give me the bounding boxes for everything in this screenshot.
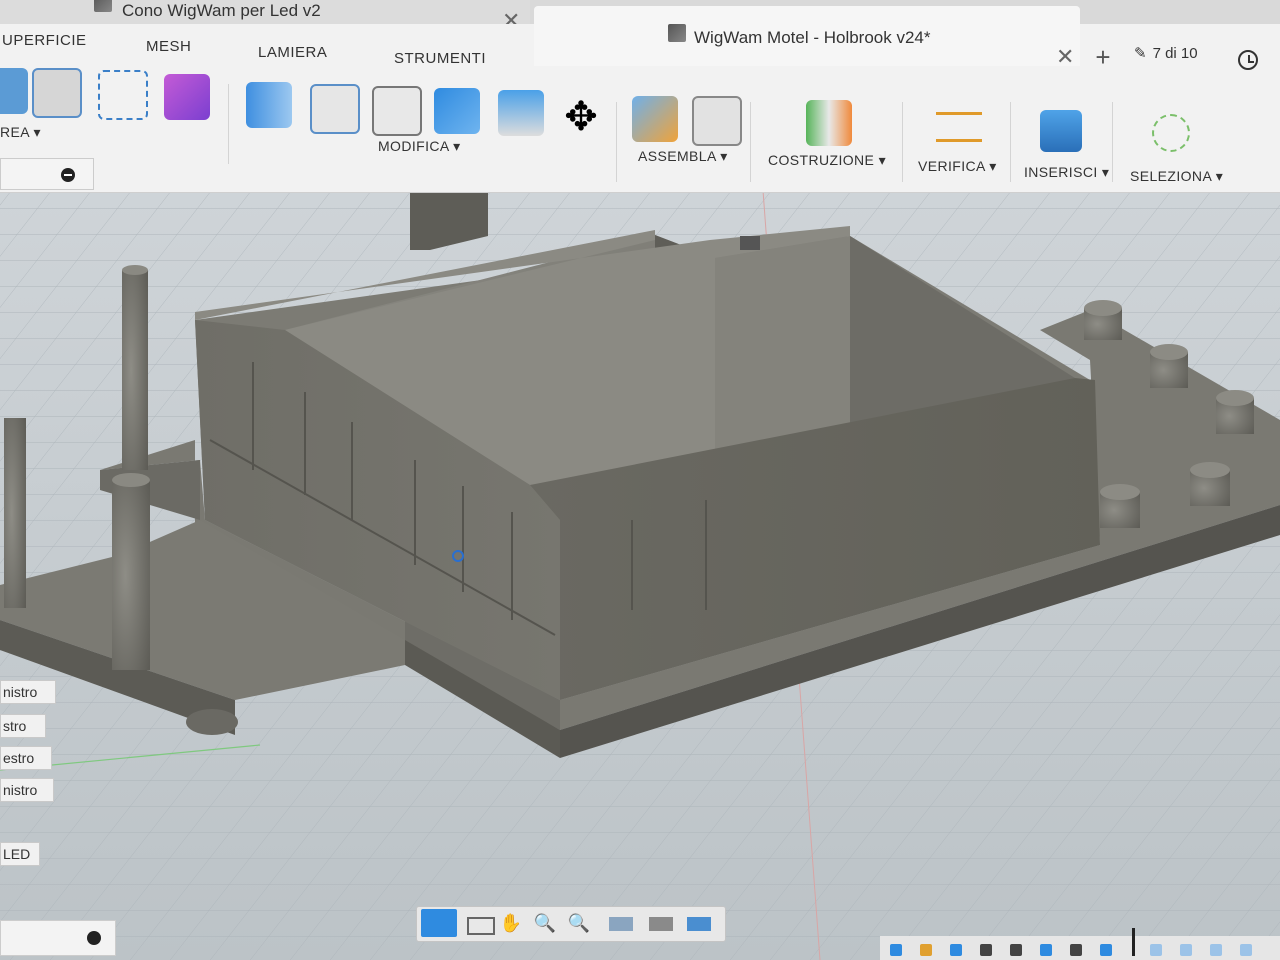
separator bbox=[1112, 102, 1113, 182]
job-status-text: 7 di 10 bbox=[1152, 44, 1198, 62]
timeline-feature-icon[interactable] bbox=[1040, 944, 1052, 956]
orbit-icon[interactable] bbox=[421, 909, 457, 937]
close-icon[interactable]: ✕ bbox=[1056, 44, 1074, 70]
timeline-feature-icon[interactable] bbox=[1240, 944, 1252, 956]
display-settings-icon[interactable] bbox=[609, 917, 633, 931]
sketch-tool-icon[interactable] bbox=[98, 70, 148, 120]
joint-icon[interactable] bbox=[692, 96, 742, 146]
offset-face-icon[interactable] bbox=[498, 90, 544, 136]
job-status[interactable]: ✎ 7 di 10 bbox=[1134, 44, 1198, 63]
separator bbox=[750, 102, 751, 182]
document-icon bbox=[668, 24, 686, 42]
separator bbox=[228, 84, 229, 164]
measure-icon[interactable] bbox=[936, 112, 982, 142]
separator bbox=[902, 102, 903, 182]
insert-image-icon[interactable] bbox=[1040, 110, 1082, 152]
collapse-icon[interactable] bbox=[61, 168, 75, 182]
workspace-tab-mesh[interactable]: MESH bbox=[146, 38, 191, 55]
timeline-feature-icon[interactable] bbox=[890, 944, 902, 956]
navigation-bar: ✋ 🔍 🔍 bbox=[416, 906, 726, 942]
view-button-right[interactable]: stro bbox=[0, 714, 46, 738]
workspace-tab-tools[interactable]: STRUMENTI bbox=[394, 50, 486, 67]
view-button-led[interactable]: LED bbox=[0, 842, 40, 866]
new-component-icon[interactable] bbox=[632, 96, 678, 142]
tab-label: Cono WigWam per Led v2 bbox=[122, 1, 321, 20]
fit-icon[interactable]: 🔍 bbox=[567, 913, 591, 935]
browser-panel-header[interactable] bbox=[0, 158, 94, 190]
group-create-label[interactable]: REA ▾ bbox=[0, 124, 41, 141]
press-pull-icon[interactable] bbox=[246, 82, 292, 128]
fillet-icon[interactable] bbox=[310, 84, 360, 134]
grid-settings-icon[interactable] bbox=[649, 917, 673, 931]
timeline-feature-icon[interactable] bbox=[1070, 944, 1082, 956]
group-construct-label[interactable]: COSTRUZIONE ▾ bbox=[768, 152, 886, 169]
shell-icon[interactable] bbox=[372, 86, 422, 136]
add-comment-icon[interactable] bbox=[87, 931, 101, 945]
zoom-icon[interactable]: 🔍 bbox=[533, 913, 557, 935]
view-button-left-2[interactable]: nistro bbox=[0, 778, 54, 802]
timeline-feature-icon[interactable] bbox=[1210, 944, 1222, 956]
timeline-marker[interactable] bbox=[1132, 928, 1135, 956]
timeline-feature-icon[interactable] bbox=[1150, 944, 1162, 956]
timeline-feature-icon[interactable] bbox=[920, 944, 932, 956]
form-tool-icon[interactable] bbox=[164, 74, 210, 120]
separator bbox=[1010, 102, 1011, 182]
box-tool-icon[interactable] bbox=[0, 68, 28, 114]
timeline-feature-icon[interactable] bbox=[1100, 944, 1112, 956]
timeline-feature-icon[interactable] bbox=[980, 944, 992, 956]
tab-label: WigWam Motel - Holbrook v24* bbox=[694, 28, 931, 47]
tab-wigwam-motel[interactable]: WigWam Motel - Holbrook v24* ✕ bbox=[534, 6, 1080, 69]
separator bbox=[616, 102, 617, 182]
combine-icon[interactable] bbox=[434, 88, 480, 134]
viewports-icon[interactable] bbox=[687, 917, 711, 931]
document-icon bbox=[94, 0, 112, 12]
workspace-tab-sheet-metal[interactable]: LAMIERA bbox=[258, 44, 327, 61]
view-button-right-2[interactable]: estro bbox=[0, 746, 52, 770]
history-icon[interactable] bbox=[1238, 50, 1258, 70]
group-inspect-label[interactable]: VERIFICA ▾ bbox=[918, 158, 997, 175]
timeline-feature-icon[interactable] bbox=[950, 944, 962, 956]
group-modify-label[interactable]: MODIFICA ▾ bbox=[378, 138, 461, 155]
group-assemble-label[interactable]: ASSEMBLA ▾ bbox=[638, 148, 728, 165]
timeline bbox=[880, 928, 1280, 960]
group-insert-label[interactable]: INSERISCI ▾ bbox=[1024, 164, 1109, 181]
cylinder-tool-icon[interactable] bbox=[32, 68, 82, 118]
comments-panel[interactable] bbox=[0, 920, 116, 956]
new-tab-button[interactable]: + bbox=[1086, 40, 1120, 74]
view-button-left[interactable]: nistro bbox=[0, 680, 56, 704]
look-at-icon[interactable] bbox=[467, 917, 495, 935]
offset-plane-icon[interactable] bbox=[806, 100, 852, 146]
group-select-label[interactable]: SELEZIONA ▾ bbox=[1130, 168, 1223, 185]
pan-icon[interactable]: ✋ bbox=[499, 913, 523, 935]
select-icon[interactable] bbox=[1152, 114, 1190, 152]
job-status-icon: ✎ bbox=[1134, 45, 1147, 62]
timeline-feature-icon[interactable] bbox=[1180, 944, 1192, 956]
workspace-tab-surface[interactable]: UPERFICIE bbox=[2, 32, 87, 49]
timeline-feature-icon[interactable] bbox=[1010, 944, 1022, 956]
move-icon[interactable]: ✥ bbox=[558, 94, 604, 140]
